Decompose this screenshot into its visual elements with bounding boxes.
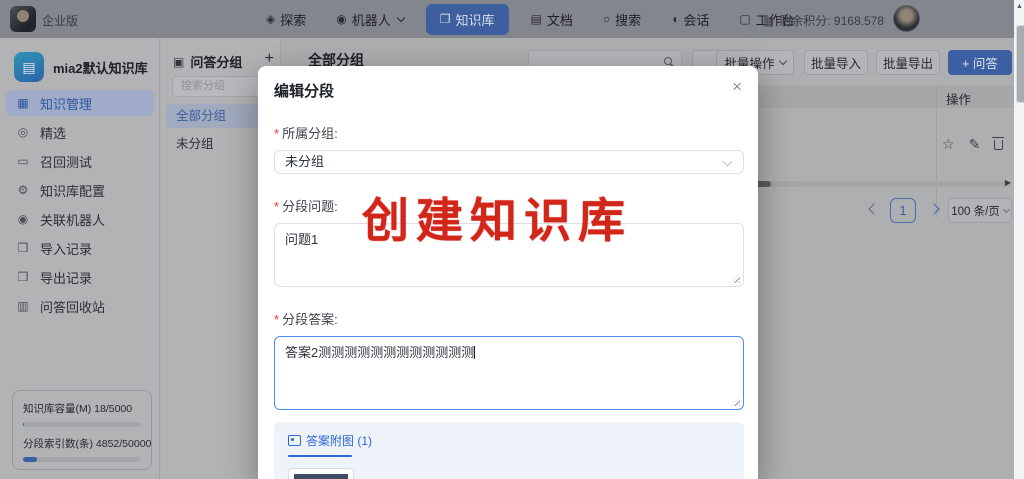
app-root: 企业版 ◈ 探索 ◉ 机器人 ❐ 知识库 ▤ 文档 ○ 搜索 ◖ 会话 ▢ 工作… [0, 0, 1024, 479]
nav-item-explore[interactable]: ◈ 探索 [258, 5, 314, 34]
export-folder-icon: ❐ [17, 270, 29, 284]
required-asterisk: * [274, 312, 280, 327]
close-icon[interactable]: × [732, 78, 742, 95]
sidebar-item-import-records[interactable]: ❒ 导入记录 [6, 235, 154, 261]
recycle-bin-icon: ▥ [17, 299, 29, 313]
required-asterisk: * [274, 199, 280, 214]
grid-icon: ▦ [17, 96, 29, 110]
gear-icon: ⚙ [17, 183, 29, 197]
table-row-actions: ☆ ✎ [942, 136, 1004, 153]
kb-capacity-progressbar [23, 422, 141, 427]
text-cursor [474, 346, 476, 359]
resize-handle-icon[interactable] [731, 397, 740, 406]
brand-logo-image [10, 6, 36, 32]
group-select[interactable]: 未分组 [274, 150, 744, 174]
page-number-button[interactable]: 1 [890, 198, 916, 223]
sidebar-item-export-records[interactable]: ❐ 导出记录 [6, 264, 154, 290]
knowledge-base-logo-icon: ▤ [14, 52, 44, 82]
chevron-down-icon [722, 156, 733, 167]
active-tab-underline [288, 455, 352, 457]
next-page-button[interactable] [928, 203, 940, 215]
user-avatar[interactable] [893, 5, 920, 32]
add-qa-button[interactable]: + 问答 [948, 50, 1012, 75]
topbar: 企业版 ◈ 探索 ◉ 机器人 ❐ 知识库 ▤ 文档 ○ 搜索 ◖ 会话 ▢ 工作… [0, 0, 1024, 38]
segment-index-label: 分段索引数(条) 4852/50000 [23, 438, 152, 450]
thumbnail-header-bar [294, 474, 348, 479]
question-text: 问题1 [285, 232, 319, 247]
sidebar-item-knowledge-management[interactable]: ▦ 知识管理 [6, 90, 154, 116]
group-select-value: 未分组 [285, 154, 325, 169]
bulk-export-button[interactable]: 批量导出 [876, 50, 940, 75]
modal-title: 编辑分段 [274, 83, 335, 100]
sidebar-item-recall-test[interactable]: ▭ 召回测试 [6, 148, 154, 174]
remaining-credits: ▦ 剩余积分: 9168.578 [762, 13, 884, 29]
search-icon [664, 57, 672, 65]
credits-icon: ▦ [762, 13, 775, 28]
page-scrollbar[interactable]: ▲ [1014, 0, 1024, 479]
attachment-thumbnail[interactable] [288, 468, 354, 479]
chat-icon: ◖ [671, 12, 679, 26]
tab-answer-images[interactable]: 答案附图 (1) [288, 432, 730, 449]
groups-icon: ▣ [173, 54, 185, 69]
robot-icon: ◉ [336, 12, 347, 26]
kb-capacity-label: 知识库容量(M) 18/5000 [23, 403, 133, 415]
question-field-label: * 分段问题: [274, 199, 338, 214]
sidebar-item-linked-robots[interactable]: ◉ 关联机器人 [6, 206, 154, 232]
edit-segment-modal: 编辑分段 × * 所属分组: 未分组 * 分段问题: 问题1 * 分段答案: 答案2测… [258, 66, 758, 479]
prev-page-button[interactable] [868, 203, 880, 215]
knowledge-base-icon: ❐ [439, 12, 451, 26]
nav-item-documents[interactable]: ▤ 文档 [523, 5, 581, 34]
qa-groups-header: ▣ 问答分组 [173, 54, 243, 71]
sidebar: ▤ mia2默认知识库 ▦ 知识管理 ◎ 精选 ▭ 召回测试 ⚙ 知识库配置 ◉ [0, 38, 160, 479]
document-icon: ▤ [530, 12, 542, 26]
answer-attachments-panel: 答案附图 (1) 支持点击空白处、拖拽、粘贴图片/视频，图片不得超过2M，视频不… [274, 422, 744, 479]
answer-textarea[interactable]: 答案2测测测测测测测测测测测测 [274, 336, 744, 410]
edit-pencil-icon[interactable]: ✎ [969, 136, 981, 153]
resize-handle-icon[interactable] [731, 274, 740, 283]
capacity-stats-card: 知识库容量(M) 18/5000 分段索引数(条) 4852/50000 [12, 390, 152, 470]
image-icon [288, 435, 301, 446]
answer-text: 答案2测测测测测测测测测测测测 [285, 345, 475, 360]
page-scrollbar-thumb[interactable] [1016, 25, 1024, 103]
sidebar-menu: ▦ 知识管理 ◎ 精选 ▭ 召回测试 ⚙ 知识库配置 ◉ 关联机器人 ❒ 导入记… [6, 90, 154, 322]
workbench-icon: ▢ [739, 12, 751, 26]
knowledge-base-name: mia2默认知识库 [53, 60, 148, 76]
recall-test-icon: ▭ [17, 154, 29, 168]
knowledge-base-header: ▤ mia2默认知识库 [14, 52, 148, 82]
search-icon: ○ [602, 12, 611, 26]
segment-index-progressbar [23, 457, 141, 462]
page-size-select[interactable]: 100 条/页 [948, 198, 1012, 223]
segment-index-progress-fill [23, 457, 38, 462]
actions-column-header: 操作 [946, 93, 972, 107]
chevron-down-icon [1002, 205, 1010, 214]
main-nav: ◈ 探索 ◉ 机器人 ❐ 知识库 ▤ 文档 ○ 搜索 ◖ 会话 ▢ 工作台 [258, 0, 803, 38]
scroll-right-arrow-icon[interactable]: ▶ [1005, 178, 1011, 187]
brand-edition-label: 企业版 [42, 14, 79, 28]
delete-trash-icon[interactable] [991, 136, 1004, 150]
kb-capacity-progress-fill [23, 422, 25, 427]
scroll-up-arrow-icon[interactable]: ▲ [1016, 3, 1023, 10]
sidebar-item-featured[interactable]: ◎ 精选 [6, 119, 154, 145]
group-field-label: * 所属分组: [274, 126, 338, 141]
star-icon[interactable]: ☆ [942, 136, 955, 153]
nav-item-robots[interactable]: ◉ 机器人 [328, 5, 412, 34]
answer-field-label: * 分段答案: [274, 312, 338, 327]
import-folder-icon: ❒ [17, 241, 29, 255]
sidebar-item-kb-settings[interactable]: ⚙ 知识库配置 [6, 177, 154, 203]
required-asterisk: * [274, 126, 280, 141]
nav-item-search[interactable]: ○ 搜索 [595, 5, 649, 34]
nav-item-knowledge-base[interactable]: ❐ 知识库 [425, 3, 509, 35]
nav-item-conversations[interactable]: ◖ 会话 [663, 5, 717, 34]
featured-icon: ◎ [17, 125, 29, 139]
sidebar-item-qa-recycle-bin[interactable]: ▥ 问答回收站 [6, 293, 154, 319]
bulk-import-button[interactable]: 批量导入 [804, 50, 868, 75]
robot-link-icon: ◉ [17, 212, 29, 226]
question-textarea[interactable]: 问题1 [274, 223, 744, 287]
chevron-down-icon [778, 56, 787, 66]
chevron-down-icon [396, 13, 405, 22]
explore-icon: ◈ [266, 12, 276, 26]
